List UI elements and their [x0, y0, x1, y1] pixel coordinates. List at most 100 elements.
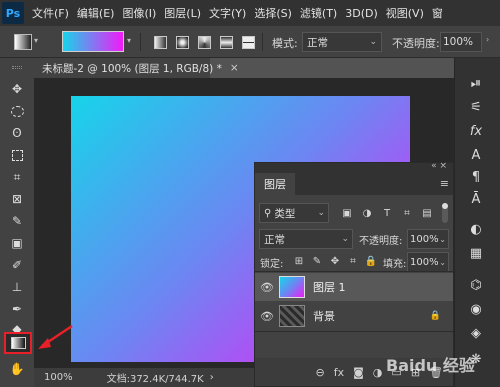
- blend-mode-value: 正常: [264, 233, 285, 246]
- frame-icon[interactable]: ⊠: [8, 190, 26, 208]
- blur-icon[interactable]: ✋: [8, 360, 26, 378]
- gradient-swatch[interactable]: [62, 31, 124, 52]
- adjustments-icon[interactable]: ⚟: [465, 96, 487, 118]
- glyphs-icon[interactable]: Ā: [465, 188, 487, 210]
- layer-opacity-value: 100%: [410, 233, 439, 245]
- layer-filter-value: 类型: [274, 207, 296, 220]
- menu-view[interactable]: 视图(V): [386, 5, 424, 21]
- angle-gradient-button[interactable]: [194, 32, 214, 52]
- quick-select-icon[interactable]: [8, 146, 26, 164]
- fill-label: 填充:: [383, 259, 407, 270]
- stamp-icon[interactable]: ⊥: [8, 278, 26, 296]
- layer-opacity-label: 不透明度:: [359, 236, 403, 247]
- chevron-down-icon: ⌄: [341, 234, 349, 244]
- chevron-right-icon[interactable]: ›: [486, 35, 489, 44]
- document-info[interactable]: 文档:372.4K/744.7K: [107, 370, 204, 385]
- opacity-input[interactable]: 100%: [440, 32, 482, 52]
- layer-row-background[interactable]: 👁 背景 🔒: [255, 302, 453, 330]
- crop-icon[interactable]: ⌗: [8, 168, 26, 186]
- linear-gradient-button[interactable]: [150, 32, 170, 52]
- reflected-gradient-button[interactable]: [216, 32, 236, 52]
- document-tab[interactable]: 未标题-2 @ 100% (图层 1, RGB/8) * ×: [34, 58, 239, 78]
- lock-transparent-icon[interactable]: ⊞: [293, 255, 305, 267]
- layer-name[interactable]: 背景: [313, 308, 335, 324]
- chevron-down-icon: ⌄: [439, 257, 446, 267]
- filter-adjustment-icon[interactable]: ◑: [361, 207, 373, 219]
- gradient-tool-button[interactable]: [4, 332, 32, 354]
- menu-select[interactable]: 选择(S): [254, 5, 292, 21]
- eye-icon[interactable]: 👁: [255, 310, 279, 323]
- blend-mode-select[interactable]: 正常 ⌄: [259, 229, 353, 249]
- menu-filter[interactable]: 滤镜(T): [300, 5, 337, 21]
- menu-type[interactable]: 文字(Y): [209, 5, 246, 21]
- history-icon[interactable]: ⏯: [465, 72, 487, 94]
- mode-select[interactable]: 正常 ⌄: [302, 32, 382, 52]
- zoom-level[interactable]: 100%: [44, 372, 73, 383]
- swatches-icon[interactable]: ▦: [465, 242, 487, 264]
- menu-file[interactable]: 文件(F): [32, 5, 69, 21]
- layers-dock-icon[interactable]: ◈: [465, 322, 487, 344]
- eyedropper-icon[interactable]: ✎: [8, 212, 26, 230]
- menu-layer[interactable]: 图层(L): [164, 5, 201, 21]
- photoshop-logo[interactable]: Ps: [2, 2, 24, 24]
- styles-icon[interactable]: fx: [465, 120, 487, 142]
- annotation-arrow-icon: [38, 324, 73, 349]
- character-icon[interactable]: A: [465, 144, 487, 166]
- gradient-dropdown-icon[interactable]: ▾: [127, 36, 131, 45]
- layer-opacity-input[interactable]: 100% ⌄: [407, 229, 449, 249]
- chevron-right-icon[interactable]: ›: [210, 372, 214, 383]
- menu-image[interactable]: 图像(I): [122, 5, 156, 21]
- history-brush-icon[interactable]: ✒: [8, 300, 26, 318]
- options-bar: ▾ ▾ 模式: 正常 ⌄ 不透明度: 100% ›: [0, 26, 500, 58]
- lasso-icon[interactable]: ʘ: [8, 124, 26, 142]
- brush-icon[interactable]: ✐: [8, 256, 26, 274]
- move-icon[interactable]: ✥: [8, 80, 26, 98]
- adjustment-layer-icon[interactable]: ◑: [373, 366, 383, 379]
- right-dock: ⏯ ⚟ fx A ¶ Ā ◐ ▦ ⌬ ◉ ◈ ❋: [454, 58, 500, 387]
- menu-edit[interactable]: 编辑(E): [77, 5, 115, 21]
- paragraph-icon[interactable]: ¶: [465, 166, 487, 188]
- link-layers-icon[interactable]: ⊖: [316, 366, 325, 379]
- eye-icon[interactable]: 👁: [255, 281, 279, 294]
- filter-type-icon[interactable]: T: [381, 207, 393, 219]
- lock-image-icon[interactable]: ✎: [311, 255, 323, 267]
- mode-value: 正常: [307, 36, 328, 49]
- radial-gradient-button[interactable]: [172, 32, 192, 52]
- chevron-down-icon: ⌄: [439, 234, 446, 244]
- layer-row-layer1[interactable]: 👁 图层 1: [255, 273, 453, 301]
- lock-all-icon[interactable]: 🔒: [365, 255, 377, 267]
- mode-label: 模式:: [272, 37, 298, 50]
- lock-artboard-icon[interactable]: ⌗: [347, 255, 359, 267]
- chevron-down-icon: ⌄: [317, 208, 325, 218]
- add-mask-icon[interactable]: ◙: [353, 366, 364, 379]
- patch-icon[interactable]: ▣: [8, 234, 26, 252]
- close-tab-icon[interactable]: ×: [230, 62, 239, 74]
- panel-grip[interactable]: [12, 66, 22, 69]
- diamond-gradient-button[interactable]: [238, 32, 258, 52]
- tool-preset-icon[interactable]: [14, 34, 32, 50]
- filter-toggle[interactable]: [442, 203, 448, 223]
- fx-icon[interactable]: fx: [334, 366, 344, 379]
- layer-name[interactable]: 图层 1: [313, 279, 346, 295]
- fill-input[interactable]: 100% ⌄: [407, 252, 449, 272]
- filter-pixel-icon[interactable]: ▣: [341, 207, 353, 219]
- layer-thumbnail: [279, 305, 305, 327]
- menu-window[interactable]: 窗: [432, 5, 443, 21]
- panel-menu-icon[interactable]: ≡: [440, 177, 449, 190]
- paths-icon[interactable]: ⌬: [465, 274, 487, 296]
- divider: [262, 33, 263, 51]
- layer-filter-select[interactable]: ⚲ 类型 ⌄: [259, 203, 329, 223]
- chevron-down-icon[interactable]: ▾: [34, 36, 38, 45]
- color-icon[interactable]: ◐: [465, 218, 487, 240]
- channels-icon[interactable]: ◉: [465, 298, 487, 320]
- filter-shape-icon[interactable]: ⌗: [401, 207, 413, 219]
- filter-smart-icon[interactable]: ▤: [421, 207, 433, 219]
- tab-layers[interactable]: 图层: [255, 173, 295, 195]
- collapse-icon[interactable]: « ×: [431, 161, 447, 171]
- divider: [255, 331, 453, 332]
- marquee-icon[interactable]: [8, 102, 26, 120]
- menu-bar: Ps 文件(F) 编辑(E) 图像(I) 图层(L) 文字(Y) 选择(S) 滤…: [0, 0, 500, 26]
- lock-position-icon[interactable]: ✥: [329, 255, 341, 267]
- lock-icon: 🔒: [429, 311, 441, 321]
- menu-3d[interactable]: 3D(D): [345, 7, 378, 20]
